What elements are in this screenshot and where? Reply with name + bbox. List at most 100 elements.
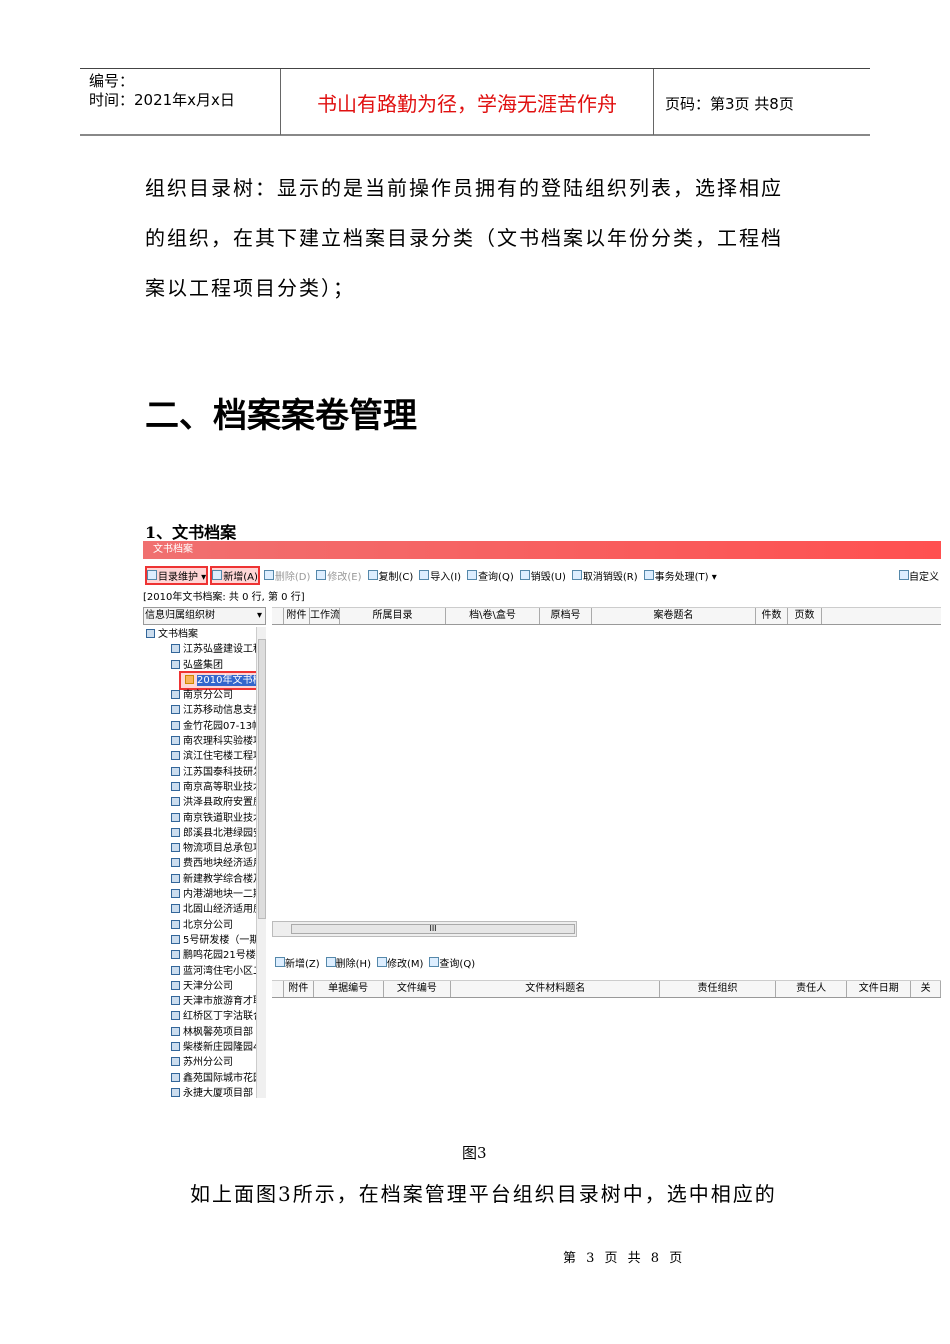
customize-button[interactable]: 自定义 bbox=[899, 568, 939, 583]
tree-item[interactable]: 物流项目总承包项 bbox=[143, 841, 266, 856]
toolbar-label: 新增(A) bbox=[223, 571, 258, 583]
paragraph-line: 的组织，在其下建立档案目录分类（文书档案以年份分类，工程档 bbox=[145, 226, 783, 250]
toolbar-button[interactable]: 新增(A) bbox=[210, 565, 260, 585]
tree-item[interactable]: 2010年文书档案 bbox=[179, 670, 266, 691]
column-header[interactable]: 文件材料题名 bbox=[451, 981, 661, 997]
column-header[interactable]: 关 bbox=[911, 981, 941, 997]
toolbar-button[interactable]: 事务处理(T) ▾ bbox=[643, 568, 717, 583]
column-header[interactable]: 档\卷\盒号 bbox=[446, 608, 540, 624]
tree-item[interactable]: 蓝河湾住宅小区二 bbox=[143, 964, 266, 979]
toolbar-label: 取消销毁(R) bbox=[582, 571, 638, 583]
app-screenshot: 文书档案 目录维护 ▾ 新增(A) 删除(D) 修改(E) 复制(C) 导入(I) 查询(Q… bbox=[143, 541, 941, 1098]
tree-item[interactable]: 费西地块经济适用 bbox=[143, 856, 266, 871]
column-header[interactable]: 文件日期 bbox=[847, 981, 912, 997]
column-header[interactable]: 文件编号 bbox=[384, 981, 452, 997]
tree-item[interactable]: 新建教学综合楼及 bbox=[143, 872, 266, 887]
tree-item[interactable]: 红桥区丁字沽联合 bbox=[143, 1009, 266, 1024]
toolbar-icon bbox=[643, 570, 654, 580]
toolbar-button[interactable]: 销毁(U) bbox=[519, 568, 566, 583]
header-meta: 编号： 时间：2021年x月x日 bbox=[80, 69, 281, 135]
org-icon bbox=[171, 705, 180, 715]
tree-item[interactable]: 内港湖地块一二期 bbox=[143, 887, 266, 902]
org-tree-selector[interactable]: 信息归属组织树 ▾ bbox=[143, 607, 266, 625]
tree-item-label: 5号研发楼（一期） bbox=[183, 934, 266, 946]
tree-item-label: 费西地块经济适用 bbox=[183, 858, 263, 870]
toolbar-label: 新增(Z) bbox=[285, 959, 320, 970]
org-icon bbox=[171, 873, 180, 883]
tree-item[interactable]: 北固山经济适用房 bbox=[143, 902, 266, 917]
horizontal-scrollbar[interactable]: III bbox=[272, 921, 577, 937]
toolbar-button[interactable]: 取消销毁(R) bbox=[571, 568, 638, 583]
tree-item-label: 天津分公司 bbox=[183, 980, 233, 992]
tree-item-label: 永捷大厦项目部 bbox=[183, 1087, 253, 1098]
tree-item[interactable]: 江苏移动信息支撑 bbox=[143, 703, 266, 718]
tree-item-label: 苏州分公司 bbox=[183, 1057, 233, 1069]
tree-item-label: 南农理科实验楼项 bbox=[183, 736, 263, 748]
tree-item[interactable]: 鑫苑国际城市花园 bbox=[143, 1071, 266, 1086]
org-icon bbox=[171, 1057, 180, 1067]
lower-toolbar-button[interactable]: 新增(Z) bbox=[275, 955, 320, 970]
tree-item[interactable]: 郎溪县北港绿园安 bbox=[143, 826, 266, 841]
tree-item[interactable]: 天津市旅游育才职 bbox=[143, 994, 266, 1009]
tree-item[interactable]: 江苏弘盛建设工程 bbox=[143, 642, 266, 657]
tree-item[interactable]: 永捷大厦项目部 bbox=[143, 1086, 266, 1098]
tree-item[interactable]: 苏州分公司 bbox=[143, 1055, 266, 1070]
lower-toolbar-button[interactable]: 修改(M) bbox=[376, 955, 423, 970]
tree-item[interactable]: 林枫馨苑项目部 bbox=[143, 1025, 266, 1040]
column-header[interactable]: 附件 bbox=[284, 608, 310, 624]
tree-item[interactable]: 南农理科实验楼项 bbox=[143, 734, 266, 749]
column-header[interactable]: 附件 bbox=[284, 981, 314, 997]
column-header[interactable]: 单据编号 bbox=[314, 981, 384, 997]
column-header[interactable]: 案卷题名 bbox=[592, 608, 756, 624]
tree-item-label: 郎溪县北港绿园安 bbox=[183, 827, 263, 839]
tree-item[interactable]: 5号研发楼（一期） bbox=[143, 933, 266, 948]
toolbar-icon bbox=[147, 570, 157, 580]
org-tree-label: 信息归属组织树 bbox=[145, 610, 215, 621]
tree-item[interactable]: 滨江住宅楼工程项 bbox=[143, 749, 266, 764]
tree-item-label: 洪泽县政府安置房 bbox=[183, 797, 263, 809]
column-header[interactable]: 页数 bbox=[788, 608, 822, 624]
toolbar-icon bbox=[429, 957, 440, 967]
toolbar-label: 删除(H) bbox=[335, 959, 371, 970]
tree-scrollbar[interactable] bbox=[256, 627, 266, 1098]
tree-item[interactable]: 金竹花园07-13幢项 bbox=[143, 719, 266, 734]
tree-item[interactable]: 南京高等职业技术 bbox=[143, 780, 266, 795]
lower-toolbar-button[interactable]: 查询(Q) bbox=[429, 955, 475, 970]
subsection-heading: 1、文书档案 bbox=[145, 523, 237, 542]
org-icon bbox=[171, 843, 180, 853]
toolbar-icon bbox=[467, 570, 478, 580]
paragraph-line: 如上面图3所示，在档案管理平台组织目录树中，选中相应的 bbox=[190, 1182, 777, 1206]
tree-item[interactable]: 弘盛集团 bbox=[143, 658, 266, 673]
toolbar-button[interactable]: 删除(D) bbox=[263, 568, 310, 583]
column-header[interactable]: 责任组织 bbox=[660, 981, 776, 997]
org-icon bbox=[171, 1087, 180, 1097]
tree-item[interactable]: 柴楼新庄园隆园4# bbox=[143, 1040, 266, 1055]
tree-item[interactable]: 北京分公司 bbox=[143, 918, 266, 933]
column-header[interactable]: 责任人 bbox=[776, 981, 848, 997]
tree-item[interactable]: 洪泽县政府安置房 bbox=[143, 795, 266, 810]
toolbar-button[interactable]: 复制(C) bbox=[367, 568, 413, 583]
tree-item[interactable]: 鹏鸣花园21号楼项 bbox=[143, 948, 266, 963]
toolbar-button[interactable]: 导入(I) bbox=[419, 568, 461, 583]
tree-item[interactable]: 天津分公司 bbox=[143, 979, 266, 994]
customize-label: 自定义 bbox=[909, 572, 939, 583]
column-header[interactable]: 件数 bbox=[756, 608, 788, 624]
tree-item[interactable]: 文书档案 bbox=[143, 627, 266, 642]
number-label: 编号： bbox=[89, 72, 135, 90]
column-header[interactable]: 原档号 bbox=[540, 608, 592, 624]
org-icon bbox=[171, 781, 180, 791]
column-header[interactable]: 所属目录 bbox=[340, 608, 446, 624]
org-icon bbox=[171, 858, 180, 868]
toolbar-button[interactable]: 目录维护 ▾ bbox=[144, 565, 209, 585]
lower-toolbar-button[interactable]: 删除(H) bbox=[325, 955, 371, 970]
toolbar-button[interactable]: 查询(Q) bbox=[467, 568, 514, 583]
tree-item[interactable]: 南京铁道职业技术 bbox=[143, 811, 266, 826]
toolbar-button[interactable]: 修改(E) bbox=[316, 568, 362, 583]
column-header[interactable]: 工作流 bbox=[310, 608, 340, 624]
toolbar-icon bbox=[275, 957, 285, 967]
toolbar-icon bbox=[263, 570, 274, 580]
tree-item[interactable]: 南京分公司 bbox=[143, 688, 266, 703]
time-label: 时间：2021年x月x日 bbox=[89, 91, 235, 109]
toolbar-label: 查询(Q) bbox=[439, 959, 476, 970]
tree-item[interactable]: 江苏国泰科技研发 bbox=[143, 765, 266, 780]
